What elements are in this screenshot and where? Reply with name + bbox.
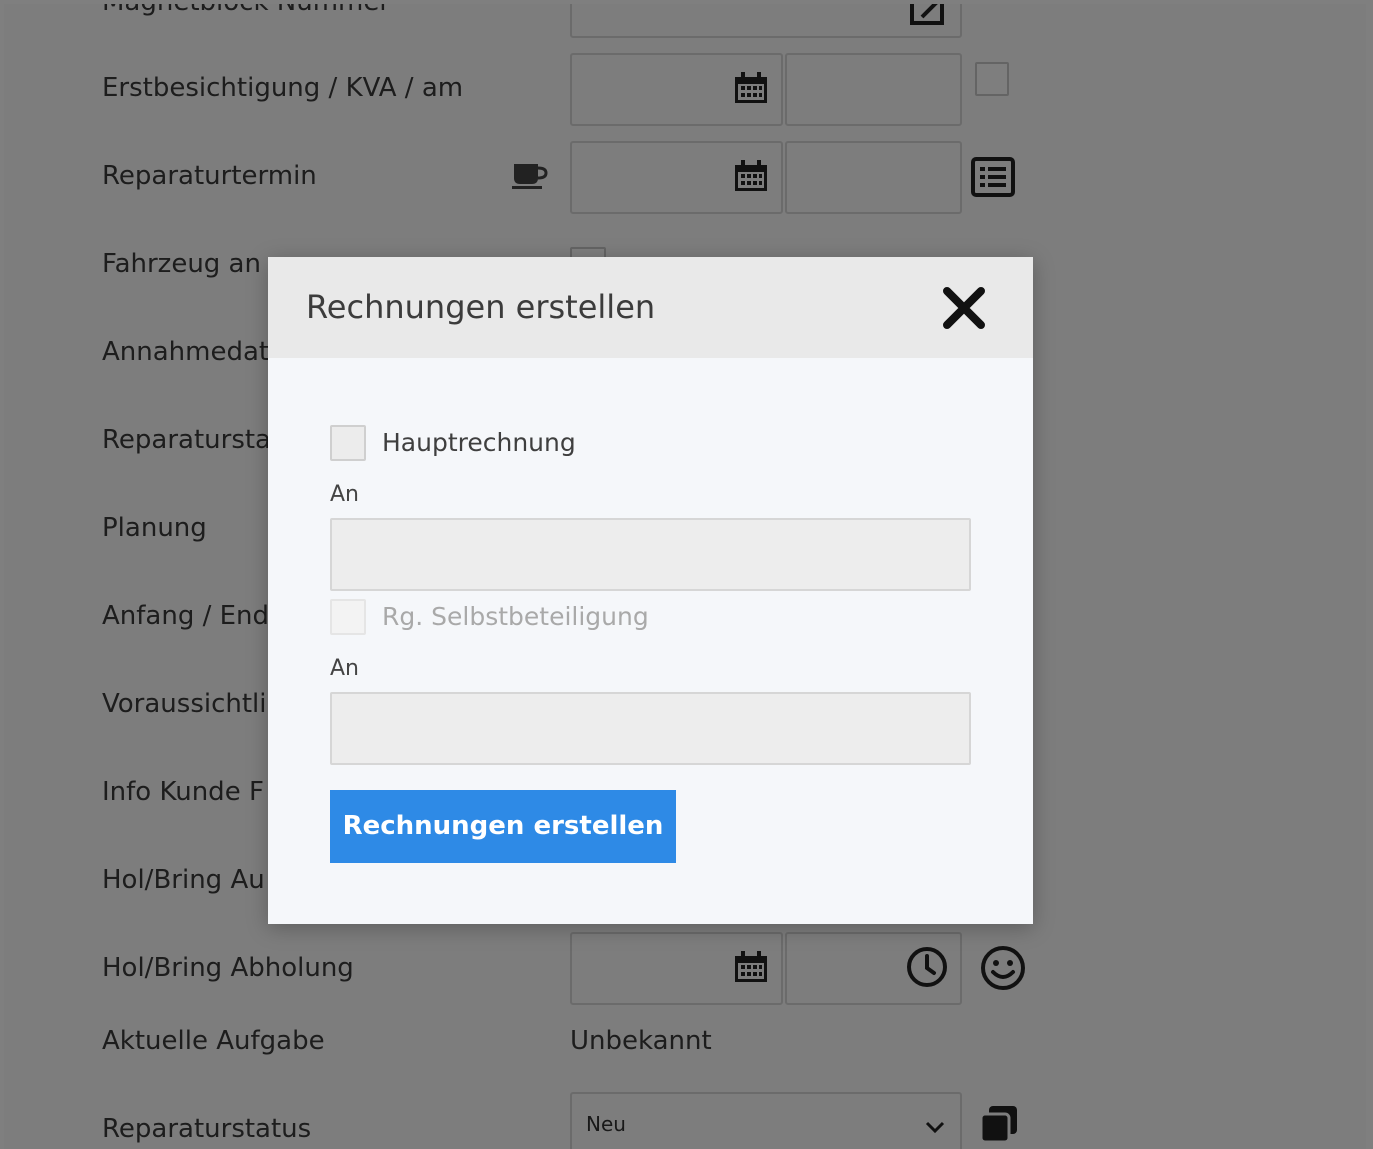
- create-invoices-button[interactable]: Rechnungen erstellen: [330, 790, 676, 863]
- hauptrechnung-label: Hauptrechnung: [382, 428, 576, 457]
- close-icon[interactable]: [941, 285, 987, 331]
- create-invoices-dialog: Rechnungen erstellen Hauptrechnung An Rg…: [268, 257, 1033, 924]
- dialog-header: Rechnungen erstellen: [268, 257, 1033, 358]
- an-label-1: An: [330, 482, 359, 507]
- hauptrechnung-recipient-input[interactable]: [330, 518, 971, 591]
- selbstbeteiligung-checkbox[interactable]: [330, 599, 366, 635]
- selbstbeteiligung-label: Rg. Selbstbeteiligung: [382, 602, 649, 631]
- selbstbeteiligung-recipient-input[interactable]: [330, 692, 971, 765]
- hauptrechnung-checkbox[interactable]: [330, 425, 366, 461]
- an-label-2: An: [330, 656, 359, 681]
- dialog-title: Rechnungen erstellen: [306, 288, 656, 326]
